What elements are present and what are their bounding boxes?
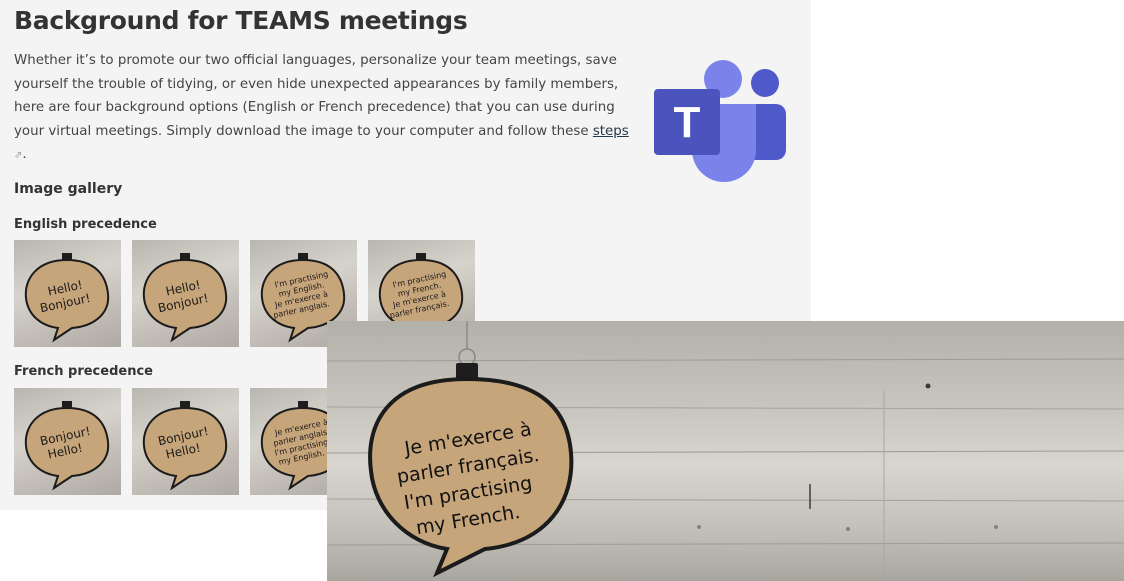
steps-link[interactable]: steps: [593, 124, 629, 139]
english-precedence-heading: English precedence: [14, 217, 157, 232]
teams-logo-letter: T: [674, 98, 701, 147]
thumbnail-clip: [62, 401, 72, 409]
thumbnail-english-1[interactable]: Hello! Bonjour!: [14, 240, 121, 347]
intro-paragraph: Whether it’s to promote our two official…: [14, 49, 634, 168]
thumbnail-clip: [298, 401, 308, 409]
gallery-heading: Image gallery: [14, 181, 123, 197]
wall-hole: [925, 383, 931, 389]
thumbnail-french-1[interactable]: Bonjour! Hello!: [14, 388, 121, 495]
background-preview[interactable]: Je m'exerce à parler français. I'm practis…: [327, 321, 1124, 581]
thumbnail-clip: [180, 253, 190, 261]
teams-logo: T: [654, 60, 786, 182]
teams-logo-small-circle: [751, 69, 779, 97]
thumbnail-english-2[interactable]: Hello! Bonjour!: [132, 240, 239, 347]
thumbnail-clip: [62, 253, 72, 261]
thumbnail-clip: [180, 401, 190, 409]
intro-text: Whether it’s to promote our two official…: [14, 53, 619, 139]
thumbnail-french-2[interactable]: Bonjour! Hello!: [132, 388, 239, 495]
french-precedence-heading: French precedence: [14, 364, 153, 379]
concrete-wall: Je m'exerce àparler français.I'm practis…: [327, 321, 1124, 581]
hanging-clip: [456, 321, 478, 381]
page-title: Background for TEAMS meetings: [14, 6, 468, 35]
intro-trailing: .: [22, 147, 27, 162]
thumbnail-clip: [416, 253, 426, 261]
thumbnail-clip: [298, 253, 308, 261]
